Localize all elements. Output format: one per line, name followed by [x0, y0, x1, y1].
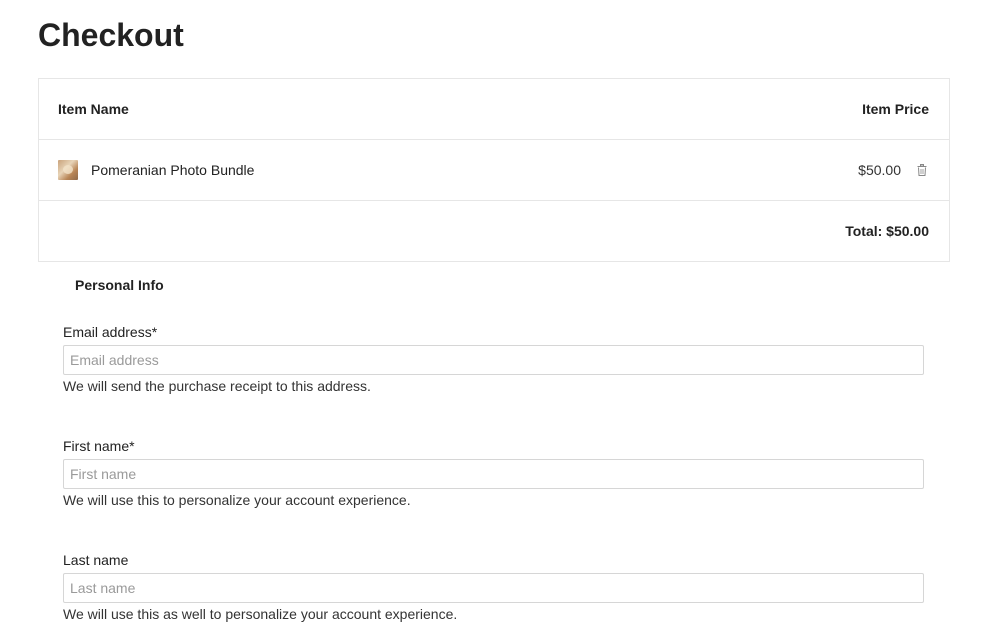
last-name-input[interactable] [63, 573, 924, 603]
item-name: Pomeranian Photo Bundle [91, 162, 255, 178]
email-label: Email address* [63, 324, 158, 340]
first-name-help-text: We will use this to personalize your acc… [63, 492, 411, 508]
last-name-help-text: We will use this as well to personalize … [63, 606, 458, 622]
personal-info-title: Personal Info [75, 277, 164, 293]
trash-icon [917, 164, 927, 176]
last-name-label: Last name [63, 552, 129, 568]
cart-item-row: Pomeranian Photo Bundle $50.00 [39, 140, 949, 201]
email-input[interactable] [63, 345, 924, 375]
pomeranian-photo-thumbnail [58, 160, 78, 180]
cart-total: Total: $50.00 [845, 223, 929, 239]
item-price: $50.00 [858, 162, 901, 178]
cart-table: Item Name Item Price Pomeranian Photo Bu… [38, 78, 950, 262]
first-name-input[interactable] [63, 459, 924, 489]
last-name-field-group: Last name We will use this as well to pe… [63, 552, 924, 623]
email-help-text: We will send the purchase receipt to thi… [63, 378, 371, 394]
checkout-page: Checkout Item Name Item Price Pomeranian… [0, 0, 997, 635]
email-field-group: Email address* We will send the purchase… [63, 324, 924, 395]
first-name-label: First name* [63, 438, 135, 454]
remove-item-button[interactable] [915, 163, 929, 177]
page-title: Checkout [38, 17, 184, 53]
item-name-header: Item Name [58, 101, 129, 117]
item-price-header: Item Price [862, 101, 929, 117]
first-name-field-group: First name* We will use this to personal… [63, 438, 924, 509]
cart-total-row: Total: $50.00 [39, 201, 949, 261]
cart-header-row: Item Name Item Price [39, 79, 949, 140]
